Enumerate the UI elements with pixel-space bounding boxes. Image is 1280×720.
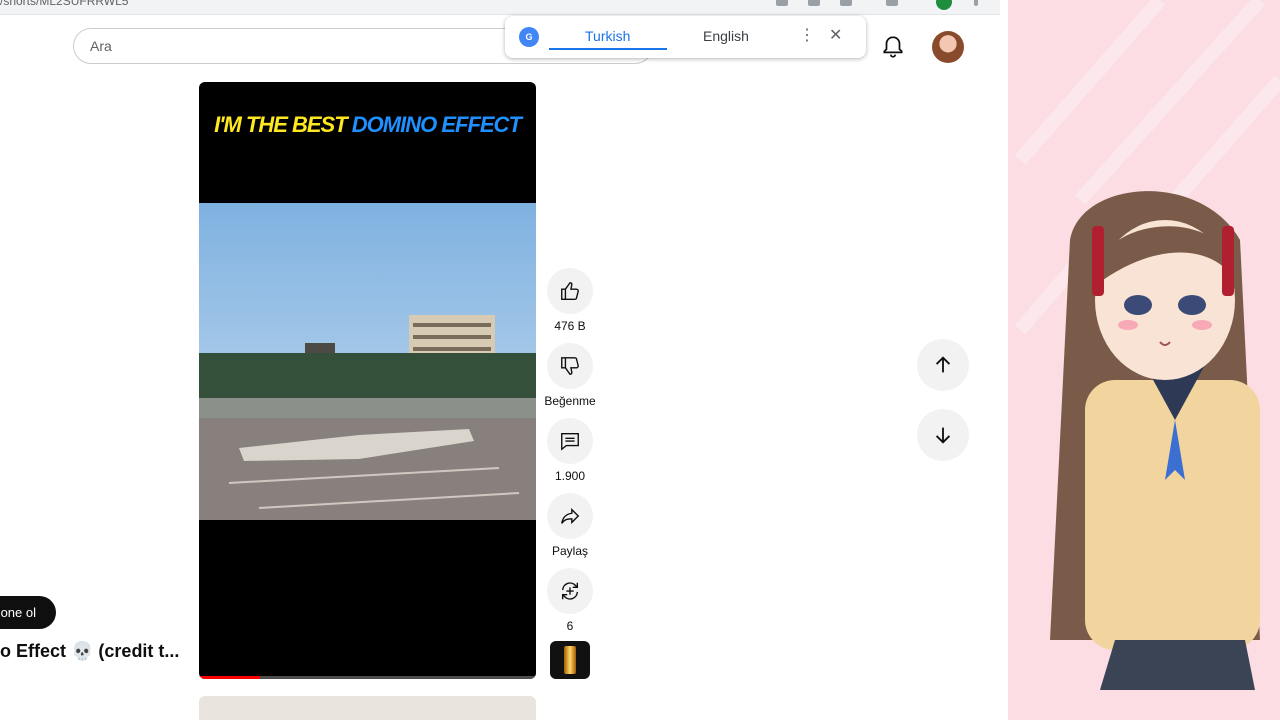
previous-video-button[interactable] xyxy=(917,339,969,391)
kebab-menu-icon[interactable] xyxy=(974,0,978,6)
video-title[interactable]: o Effect 💀 (credit t... xyxy=(0,641,179,662)
video-overlay-title: I'M THE BEST DOMINO EFFECT xyxy=(199,112,536,138)
panel-divider xyxy=(1000,0,1008,720)
comments-button[interactable] xyxy=(547,418,593,464)
cast-icon[interactable] xyxy=(808,0,820,6)
bookmark-star-icon[interactable] xyxy=(840,0,852,6)
like-button[interactable] xyxy=(547,268,593,314)
dislike-label: Beğenme xyxy=(544,394,596,408)
browser-address-bar[interactable]: /shorts/ML2SUFRRWL5 xyxy=(0,0,1000,15)
subscribe-button[interactable]: one ol xyxy=(0,596,56,629)
more-options-icon[interactable]: ⋮ xyxy=(799,25,815,45)
dislike-button[interactable] xyxy=(547,343,593,389)
share-icon xyxy=(561,507,580,525)
avatar[interactable] xyxy=(932,31,964,63)
remix-button[interactable] xyxy=(547,568,593,614)
comment-count: 1.900 xyxy=(554,469,586,483)
url-text[interactable]: /shorts/ML2SUFRRWL5 xyxy=(0,0,128,8)
comment-icon xyxy=(561,432,579,451)
next-video-button[interactable] xyxy=(917,409,969,461)
next-video-preview[interactable] xyxy=(199,696,536,720)
video-progress-bar[interactable] xyxy=(199,676,536,679)
shorts-video-player[interactable]: I'M THE BEST DOMINO EFFECT xyxy=(199,82,536,679)
like-count: 476 B xyxy=(554,319,586,333)
arrow-down-icon xyxy=(935,427,951,444)
audio-track-thumbnail[interactable] xyxy=(550,641,590,679)
profile-icon[interactable] xyxy=(936,0,952,10)
close-icon[interactable]: ✕ xyxy=(829,25,842,45)
search-input[interactable]: Ara xyxy=(90,38,112,54)
tab-english[interactable]: English xyxy=(703,28,749,44)
tab-turkish[interactable]: Turkish xyxy=(585,28,630,44)
active-tab-indicator xyxy=(549,48,667,50)
video-progress-fill xyxy=(199,676,260,679)
translate-icon[interactable] xyxy=(776,0,788,6)
remix-count: 6 xyxy=(566,619,574,633)
thumbs-up-icon xyxy=(561,282,579,300)
overlay-text-yellow: I'M THE BEST xyxy=(214,112,352,137)
vtuber-avatar-illustration xyxy=(1014,0,1280,690)
arrow-up-icon xyxy=(935,356,951,373)
audio-thumbnail-image xyxy=(564,646,576,674)
vtuber-overlay-panel xyxy=(1000,0,1280,720)
translate-popup: G Turkish English ⋮ ✕ xyxy=(505,16,866,58)
video-frame-scene xyxy=(199,203,536,520)
thumbs-down-icon xyxy=(561,357,579,375)
share-button[interactable] xyxy=(547,493,593,539)
overlay-text-blue: DOMINO EFFECT xyxy=(351,112,522,137)
google-translate-icon: G xyxy=(519,27,539,47)
share-label: Paylaş xyxy=(551,544,589,558)
remix-icon xyxy=(561,582,579,600)
reading-mode-icon[interactable] xyxy=(886,0,898,6)
notifications-bell-icon[interactable] xyxy=(880,34,906,60)
